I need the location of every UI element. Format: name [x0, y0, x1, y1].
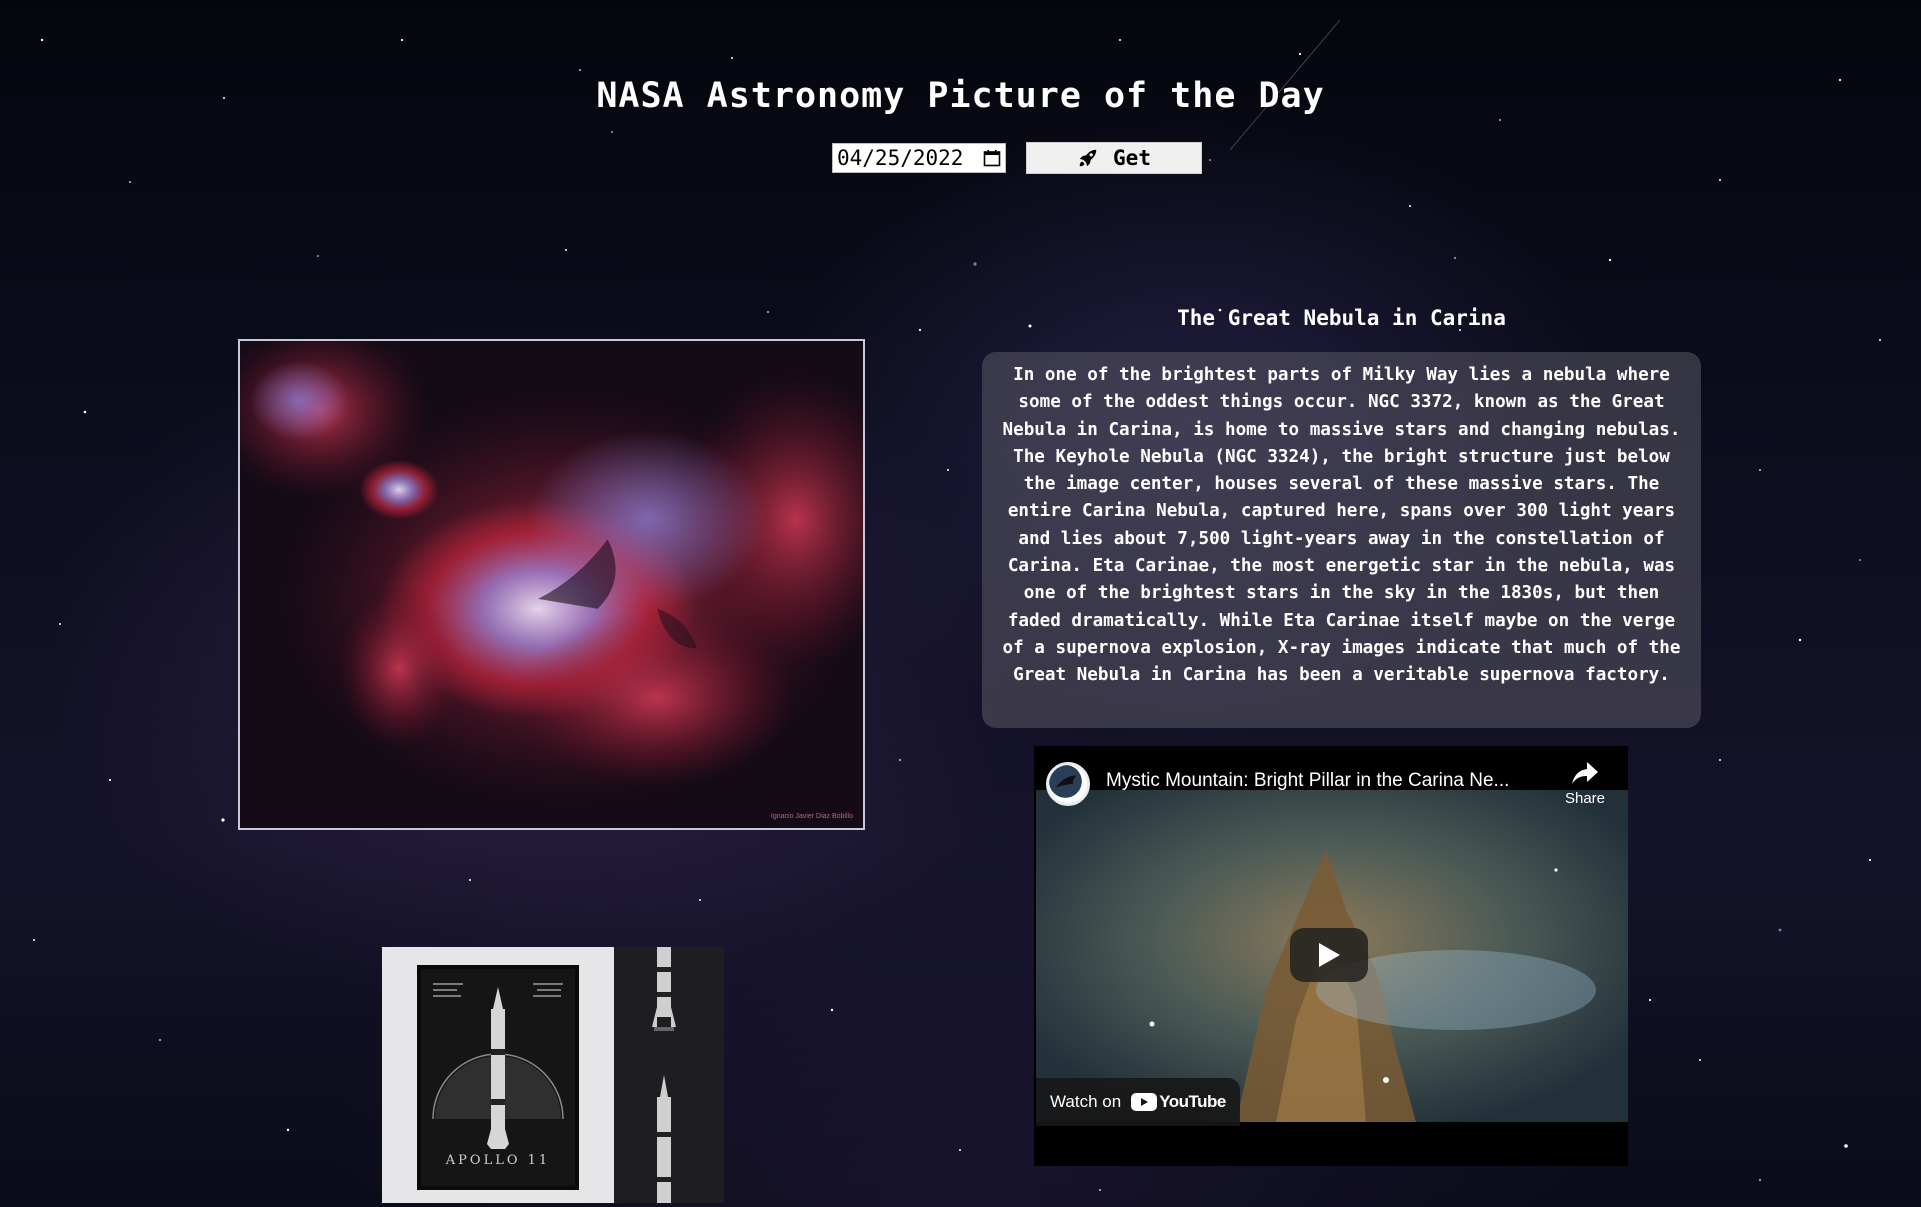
share-button[interactable]: Share	[1560, 760, 1610, 807]
play-icon	[1319, 943, 1340, 967]
watch-on-youtube-button[interactable]: Watch on YouTube	[1036, 1078, 1240, 1126]
apod-image: Ignacio Javier Diaz Bobillo	[238, 339, 865, 830]
date-value: 04/25/2022	[837, 146, 964, 170]
rocket-stage-image[interactable]	[614, 947, 724, 1203]
rocket-icon	[1079, 149, 1097, 167]
channel-avatar[interactable]	[1046, 762, 1090, 806]
page-title: NASA Astronomy Picture of the Day	[596, 76, 1325, 116]
apollo-poster-image[interactable]: APOLLO 11	[382, 947, 614, 1203]
nebula-image	[240, 341, 863, 828]
image-credit: Ignacio Javier Diaz Bobillo	[770, 813, 853, 820]
youtube-play-icon	[1131, 1093, 1158, 1111]
youtube-embed[interactable]: Mystic Mountain: Bright Pillar in the Ca…	[1034, 746, 1628, 1166]
date-input[interactable]: 04/25/2022	[832, 143, 1006, 173]
get-button-label: Get	[1113, 146, 1151, 170]
youtube-logo: YouTube	[1131, 1092, 1226, 1112]
watch-on-label: Watch on	[1050, 1092, 1122, 1111]
apod-explanation: In one of the brightest parts of Milky W…	[982, 352, 1701, 728]
share-label: Share	[1564, 790, 1606, 807]
calendar-icon[interactable]	[983, 149, 1001, 167]
share-icon	[1572, 762, 1598, 784]
video-title[interactable]: Mystic Mountain: Bright Pillar in the Ca…	[1106, 770, 1509, 792]
date-controls: 04/25/2022 Get	[832, 142, 1202, 174]
advertisement[interactable]: APOLLO 11	[382, 947, 724, 1203]
poster-caption: APOLLO 11	[445, 1153, 551, 1168]
play-button[interactable]	[1290, 928, 1368, 982]
poster-frame: APOLLO 11	[417, 965, 579, 1190]
get-button[interactable]: Get	[1026, 142, 1202, 174]
apod-title: The Great Nebula in Carina	[1177, 306, 1506, 330]
rocket-stages-illustration	[652, 947, 676, 1203]
